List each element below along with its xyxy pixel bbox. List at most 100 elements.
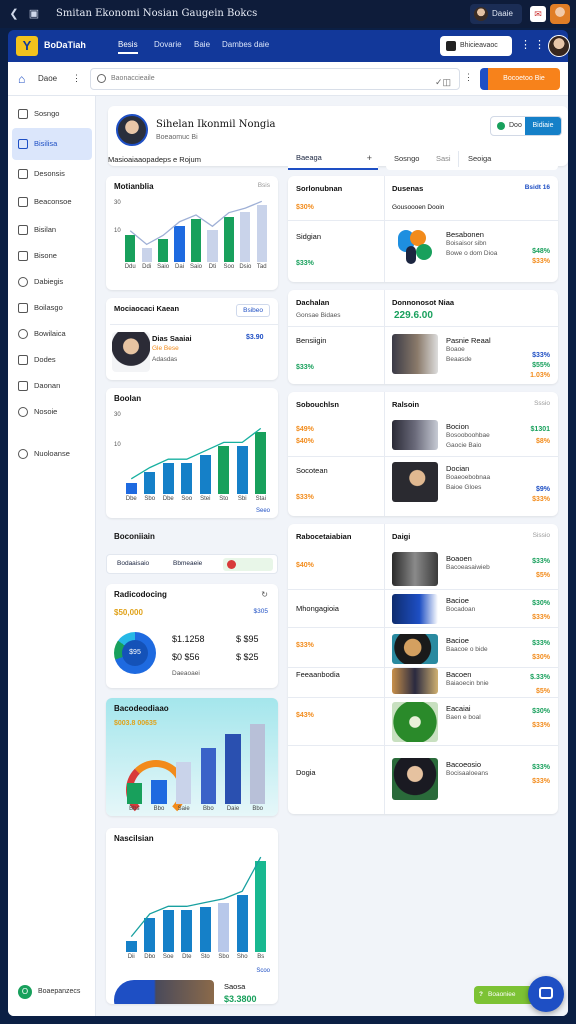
news-photo — [392, 634, 438, 664]
chart-icon — [18, 197, 28, 207]
x-tick-label: Ddi — [142, 264, 152, 270]
row-label: Feeaanbodia — [296, 670, 340, 679]
sidebar-item-10[interactable]: Dodes — [12, 350, 92, 370]
news-title[interactable]: Bocion — [446, 422, 469, 431]
news-title[interactable]: Bacioe — [446, 596, 469, 605]
news-title[interactable]: Pasnie Reaal — [446, 336, 491, 345]
news-value-2: $8% — [535, 438, 550, 445]
news-title[interactable]: Eacaiai — [446, 704, 471, 713]
nav-link-1[interactable]: Besis — [118, 40, 138, 54]
person-sub: Gle Bese — [152, 345, 179, 352]
sidebar-item-6[interactable]: Bisone — [12, 246, 92, 266]
x-axis-4: Bbs Bbo Saie Bbo Daie Bbo — [122, 806, 270, 816]
toolbar-more-icon[interactable]: ⋮ — [464, 72, 473, 83]
news-title[interactable]: Bacoen — [446, 670, 471, 679]
chart-card-1: Motianblia Bsis 30 10 Ddu Ddi Saio Dai Saio D… — [106, 176, 278, 290]
sidebar-item-11[interactable]: Daonan — [12, 376, 92, 396]
news-photo — [392, 702, 438, 742]
window-icon[interactable]: ▣ — [26, 6, 42, 22]
sidebar-item-7[interactable]: Dabiegis — [12, 272, 92, 292]
breadcrumb[interactable]: Daoe — [38, 74, 57, 83]
nav-link-3[interactable]: Baie — [194, 40, 210, 49]
col-divider — [384, 392, 385, 516]
news-title[interactable]: Boaoen — [446, 554, 472, 563]
news-value-2: $33% — [532, 258, 550, 265]
row-divider — [288, 745, 558, 746]
sidebar-item-5[interactable]: Bisilan — [12, 220, 92, 240]
row2-label: Socotean — [296, 466, 328, 475]
sidebar-footer[interactable]: O Boaepanzecs — [12, 978, 92, 1006]
news-photo — [392, 668, 438, 694]
right-block-1: Sorlonubnan Dusenas Bsidt 16 $30% Gousoo… — [288, 176, 558, 282]
card-title: Radicodocing — [114, 590, 167, 599]
back-icon[interactable]: ❮ — [6, 6, 22, 22]
profile-action[interactable]: Doo Bidiaie — [490, 116, 562, 136]
row2-label: Sidgian — [296, 232, 322, 241]
user-chip[interactable]: Daaie — [470, 4, 522, 24]
home-icon[interactable]: ⌂ — [18, 72, 25, 86]
x-tick-label: Dsio — [239, 264, 252, 270]
mail-icon[interactable]: ✉ — [530, 6, 546, 22]
more-icon-2[interactable]: ⋮ — [534, 38, 545, 51]
tab-c[interactable]: Seoiga — [468, 148, 491, 170]
x-tick-label: Tad — [256, 264, 267, 270]
x-tick-label: Soo — [223, 264, 235, 270]
person-value: $3.90 — [246, 334, 264, 341]
chart-bar — [250, 724, 266, 804]
profile-action-button[interactable]: Bidiaie — [525, 117, 561, 135]
sidebar-item-8[interactable]: Boilasgo — [12, 298, 92, 318]
status-pill[interactable]: ? Boaoniee — [474, 986, 536, 1004]
news-title[interactable]: Docian — [446, 464, 469, 473]
col1-header: Dachalan — [296, 298, 330, 307]
sidebar-item-2[interactable]: Bisilisa — [12, 128, 92, 160]
chart-bar — [176, 762, 192, 804]
sidebar-item-other[interactable]: Nuoloanse — [12, 444, 92, 464]
tab-a[interactable]: Sosngo — [394, 148, 419, 170]
segment-b[interactable]: Bbmeaeie — [173, 560, 202, 567]
col-divider — [384, 524, 385, 814]
primary-cta-button[interactable]: Bocoetoo Bie — [480, 68, 560, 90]
card-title: Mociaocaci Kaean — [114, 304, 180, 313]
plus-icon[interactable]: + — [367, 148, 372, 168]
x-tick-label: Stai — [255, 496, 266, 502]
search-input[interactable]: Baonaccieaile ✓◫ — [90, 68, 460, 90]
news-sub: Bocadoan — [446, 606, 476, 613]
sidebar-item-4[interactable]: Beaconsoe — [12, 192, 92, 212]
nav-search[interactable]: Bhicieavaoc — [440, 36, 512, 56]
sidebar-item-1[interactable]: Sosngo — [12, 104, 92, 124]
user-avatar[interactable] — [548, 35, 570, 57]
sidebar-item-9[interactable]: Bowilaica — [12, 324, 92, 344]
profile-icon[interactable] — [550, 4, 570, 24]
news-title[interactable]: Bacioe — [446, 636, 469, 645]
clock-icon — [18, 407, 28, 417]
row1-left: $49% — [296, 426, 314, 433]
briefcase-icon — [539, 987, 553, 999]
tab-left[interactable]: Baeaga + — [288, 148, 378, 170]
avatar — [474, 7, 488, 21]
segment-c[interactable] — [223, 558, 273, 571]
bottom-image — [114, 980, 214, 1004]
nav-link-4[interactable]: Dambes daie — [222, 40, 269, 49]
x-tick-label: Dai — [175, 264, 185, 270]
col2-header: Donnonosot Niaa — [392, 298, 455, 307]
nav-link-2[interactable]: Dovarie — [154, 40, 182, 49]
refresh-icon[interactable]: ↻ — [261, 590, 268, 599]
floating-action-button[interactable] — [528, 976, 564, 1012]
news-sub: Boaoe — [446, 346, 465, 353]
row2-label: Bensiigin — [296, 336, 327, 345]
segment-a[interactable]: Bodaaisaio — [117, 560, 149, 567]
google-logo-image — [392, 226, 438, 266]
card-button[interactable]: Bsibeo — [236, 304, 270, 317]
trend-line — [130, 856, 262, 938]
news-title[interactable]: Besabonen — [446, 230, 484, 239]
breadcrumb-more-icon[interactable]: ⋮ — [72, 73, 81, 84]
x-tick-label: Soe — [162, 954, 174, 960]
chart-plot-4 — [122, 716, 270, 804]
more-icon[interactable]: ⋮ — [520, 38, 531, 51]
mic-icon[interactable]: ✓◫ — [435, 72, 451, 92]
sidebar-item-12[interactable]: Nosoie — [12, 402, 92, 422]
news-title[interactable]: Bacoeosio — [446, 760, 481, 769]
sidebar-item-3[interactable]: Desonsis — [12, 164, 92, 184]
block-meta: Sssio — [534, 400, 550, 407]
tab-b[interactable]: Sasi — [436, 148, 451, 170]
